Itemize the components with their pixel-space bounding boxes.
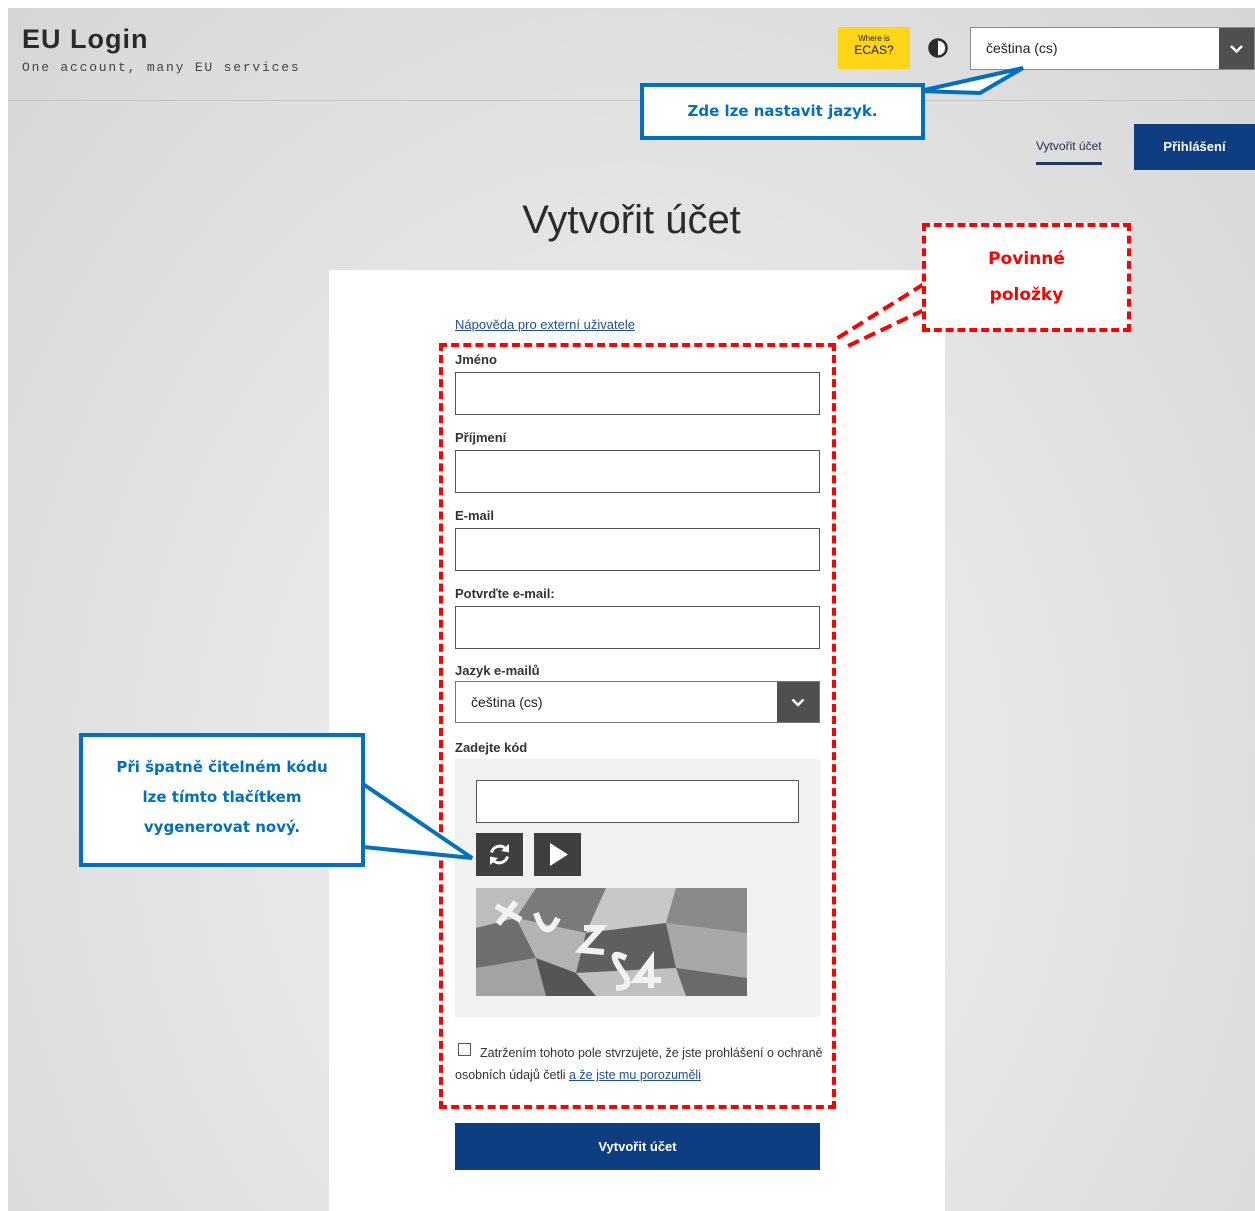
mandatory-note-line2: položky xyxy=(989,285,1064,305)
language-select-toggle[interactable] xyxy=(1219,28,1254,69)
mandatory-note-line1: Povinné xyxy=(988,249,1065,269)
mandatory-fields-annotation: Povinné položky xyxy=(922,223,1131,332)
help-link[interactable]: Nápověda pro externí uživatele xyxy=(455,317,635,332)
mandatory-fields-frame xyxy=(439,343,836,1109)
captcha-note-line1: Při špatně čitelném kódu xyxy=(116,758,328,776)
create-account-button[interactable]: Vytvořit účet xyxy=(455,1123,820,1170)
captcha-note-line2: lze tímto tlačítkem xyxy=(142,788,302,806)
app-title: EU Login xyxy=(22,24,149,54)
language-select[interactable]: čeština (cs) xyxy=(970,27,1255,70)
chevron-down-icon xyxy=(1230,45,1243,54)
captcha-note-line3: vygenerovat nový. xyxy=(143,818,301,836)
contrast-icon[interactable] xyxy=(928,38,948,58)
header: EU Login One account, many EU services W… xyxy=(8,8,1255,101)
nav-login-button[interactable]: Přihlášení xyxy=(1134,124,1255,170)
language-annotation: Zde lze nastavit jazyk. xyxy=(640,83,925,140)
app-subtitle: One account, many EU services xyxy=(22,60,301,75)
nav-create-account-link[interactable]: Vytvořit účet xyxy=(1036,139,1102,165)
ecas-badge-line1: Where is xyxy=(858,34,890,43)
captcha-refresh-annotation: Při špatně čitelném kódu lze tímto tlačí… xyxy=(79,733,365,867)
language-select-value: čeština (cs) xyxy=(986,40,1058,56)
page-background: EU Login One account, many EU services W… xyxy=(8,8,1255,1211)
ecas-badge-line2: ECAS? xyxy=(854,43,894,57)
where-is-ecas-button[interactable]: Where is ECAS? xyxy=(838,27,910,69)
